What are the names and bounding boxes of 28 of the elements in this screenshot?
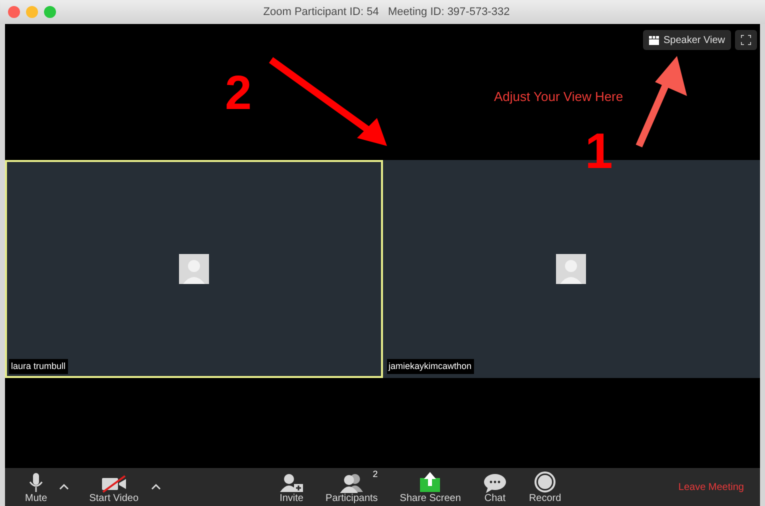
gallery-icon <box>649 36 660 44</box>
speaker-view-button[interactable]: Speaker View <box>643 30 731 50</box>
participant-count: 2 <box>372 468 378 480</box>
annotation-note: Adjust Your View Here <box>494 88 624 106</box>
add-person-icon <box>280 472 304 492</box>
toolbar-button[interactable]: Mute <box>21 470 52 504</box>
avatar-icon <box>178 254 209 284</box>
participant-name: laura trumbull <box>9 358 68 374</box>
people-icon <box>338 472 365 492</box>
participant-name: jamiekaykimcawthon <box>386 358 474 374</box>
chat-bubble-icon <box>482 472 507 492</box>
caret-icon[interactable] <box>150 484 161 490</box>
toolbar-button[interactable]: Start Video <box>85 470 143 504</box>
avatar-icon <box>556 254 586 284</box>
toolbar-button[interactable]: Record <box>524 470 566 504</box>
toolbar-button[interactable]: 2 Participants <box>322 470 382 504</box>
toolbar-button[interactable]: Chat <box>478 470 511 504</box>
fullscreen-button[interactable] <box>735 30 757 50</box>
fullscreen-icon <box>741 35 751 45</box>
video-tile[interactable]: laura trumbull <box>5 160 382 378</box>
microphone-icon <box>29 472 44 492</box>
toolbar-button[interactable]: Invite <box>276 470 308 504</box>
record-icon <box>534 470 556 492</box>
window-title: Zoom Participant ID: 54 Meeting ID: 397-573-332 <box>262 4 511 20</box>
share-screen-icon <box>419 470 442 492</box>
caret-icon[interactable] <box>59 484 70 490</box>
step-number: 2 <box>225 70 252 118</box>
toolbar-button[interactable]: Share Screen <box>396 470 465 504</box>
